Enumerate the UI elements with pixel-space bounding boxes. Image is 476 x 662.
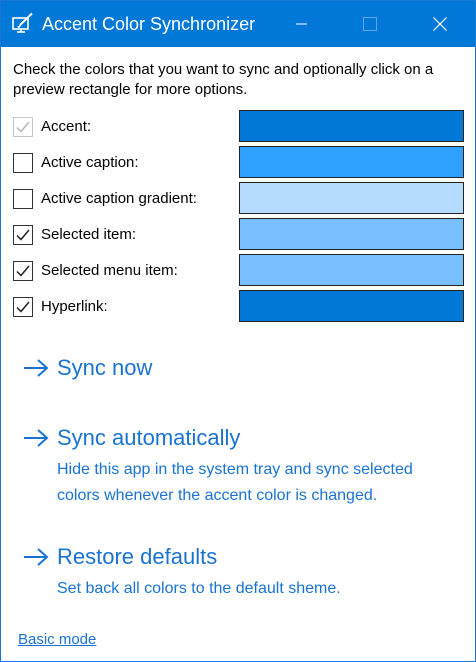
color-option-label: Selected menu item: [41, 262, 178, 279]
color-option-row: Selected item: [13, 218, 465, 250]
color-option-row: Active caption: [13, 146, 465, 178]
close-icon [433, 17, 447, 31]
sync-now-link[interactable]: Sync now [57, 354, 152, 382]
color-option-row: Selected menu item: [13, 254, 465, 286]
color-option-row: Hyperlink: [13, 290, 465, 322]
instructions-text: Check the colors that you want to sync a… [13, 61, 434, 98]
maximize-icon [363, 17, 377, 31]
color-checkbox [13, 117, 33, 137]
palette-brush-icon [12, 12, 34, 34]
basic-mode-link[interactable]: Basic mode [18, 630, 96, 650]
minimize-icon [296, 23, 307, 25]
checkmark-icon [16, 229, 30, 241]
color-option-row: Accent: [13, 110, 465, 142]
color-preview-swatch[interactable] [239, 182, 464, 214]
window-title: Accent Color Synchronizer [42, 14, 256, 34]
color-checkbox[interactable] [13, 189, 33, 209]
restore-defaults-description: Set back all colors to the default sheme… [57, 580, 341, 597]
close-button[interactable] [417, 1, 463, 47]
checkmark-icon [16, 265, 30, 277]
color-option-row: Active caption gradient: [13, 182, 465, 214]
color-option-label: Accent: [41, 118, 92, 135]
color-preview-swatch[interactable] [239, 254, 464, 286]
title-bar[interactable]: Accent Color Synchronizer [1, 1, 475, 47]
arrow-right-icon [24, 548, 49, 566]
color-option-label: Hyperlink: [41, 298, 108, 315]
color-option-label: Active caption gradient: [41, 190, 197, 207]
color-checkbox[interactable] [13, 261, 33, 281]
minimize-button[interactable] [279, 1, 325, 47]
sync-automatically-link[interactable]: Sync automatically [57, 424, 240, 452]
arrow-right-icon [24, 359, 49, 377]
color-checkbox[interactable] [13, 225, 33, 245]
color-checkbox[interactable] [13, 153, 33, 173]
color-preview-swatch[interactable] [239, 146, 464, 178]
color-option-label: Selected item: [41, 226, 137, 243]
checkmark-icon [16, 301, 30, 313]
color-preview-swatch[interactable] [239, 110, 464, 142]
color-preview-swatch[interactable] [239, 218, 464, 250]
color-preview-swatch[interactable] [239, 290, 464, 322]
sync-automatically-description: Hide this app in the system tray and syn… [57, 461, 413, 504]
maximize-button[interactable] [347, 1, 393, 47]
restore-defaults-link[interactable]: Restore defaults [57, 543, 217, 571]
app-window: Accent Color Synchronizer Check the colo… [0, 0, 476, 662]
checkmark-icon [16, 121, 30, 133]
color-option-label: Active caption: [41, 154, 139, 171]
color-checkbox[interactable] [13, 297, 33, 317]
arrow-right-icon [24, 429, 49, 447]
